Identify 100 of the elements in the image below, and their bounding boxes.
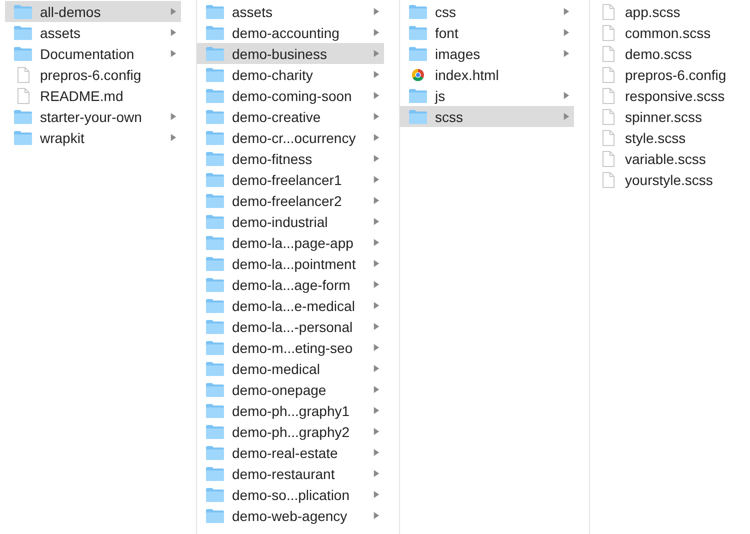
file-row[interactable]: assets: [5, 22, 181, 43]
triangle-icon: [373, 70, 380, 79]
file-name: all-demos: [40, 4, 102, 20]
file-name: scss: [435, 108, 464, 124]
file-row[interactable]: common.scss: [590, 22, 750, 43]
file-row[interactable]: spinner.scss: [590, 106, 750, 127]
file-name: style.scss: [625, 130, 687, 146]
file-name: demo-business: [232, 46, 328, 62]
file-row[interactable]: demo-onepage: [197, 379, 384, 400]
file-row[interactable]: style.scss: [590, 127, 750, 148]
folder-icon: [205, 402, 225, 418]
triangle-icon: [373, 28, 380, 37]
file-row[interactable]: demo-la...page-app: [197, 232, 384, 253]
file-row[interactable]: demo-m...eting-seo: [197, 337, 384, 358]
file-name: demo-coming-soon: [232, 88, 353, 104]
file-row[interactable]: images: [400, 43, 574, 64]
file-row[interactable]: demo.scss: [590, 43, 750, 64]
triangle-icon: [373, 91, 380, 100]
file-row[interactable]: demo-ph...graphy1: [197, 400, 384, 421]
folder-icon: [205, 424, 225, 440]
file-name: demo-so...plication: [232, 486, 351, 502]
folder-icon: [13, 24, 33, 40]
triangle-icon: [170, 7, 177, 16]
file-name: demo-cr...ocurrency: [232, 130, 357, 146]
file-row[interactable]: demo-medical: [197, 358, 384, 379]
folder-icon: [205, 256, 225, 272]
file-row[interactable]: demo-la...-personal: [197, 316, 384, 337]
file-row[interactable]: demo-so...plication: [197, 484, 384, 505]
triangle-icon: [373, 511, 380, 520]
file-name: js: [435, 88, 446, 104]
file-name: app.scss: [625, 4, 682, 20]
file-name: prepros-6.config: [625, 66, 728, 82]
folder-icon: [205, 360, 225, 376]
file-name: demo-accounting: [232, 24, 340, 40]
file-name: images: [435, 46, 482, 62]
folder-icon: [205, 192, 225, 208]
file-name: demo-la...pointment: [232, 256, 357, 272]
triangle-icon: [373, 133, 380, 142]
file-row[interactable]: wrapkit: [5, 127, 181, 148]
file-row[interactable]: demo-restaurant: [197, 463, 384, 484]
file-row[interactable]: demo-charity: [197, 64, 384, 85]
file-row[interactable]: prepros-6.config: [590, 64, 750, 85]
folder-icon: [408, 24, 428, 40]
triangle-icon: [170, 112, 177, 121]
folder-icon: [205, 298, 225, 314]
file-name: Documentation: [40, 46, 136, 62]
triangle-icon: [373, 322, 380, 331]
file-name: responsive.scss: [625, 88, 726, 104]
file-row[interactable]: yourstyle.scss: [590, 169, 750, 190]
file-row[interactable]: variable.scss: [590, 148, 750, 169]
file-name: demo-la...page-app: [232, 234, 354, 250]
folder-icon: [205, 66, 225, 82]
file-row[interactable]: starter-your-own: [5, 106, 181, 127]
file-row[interactable]: demo-ph...graphy2: [197, 421, 384, 442]
file-row[interactable]: demo-la...e-medical: [197, 295, 384, 316]
file-row[interactable]: demo-business: [197, 43, 384, 64]
folder-icon: [205, 150, 225, 166]
file-row[interactable]: scss: [400, 106, 574, 127]
file-name: yourstyle.scss: [625, 172, 714, 188]
file-row[interactable]: demo-web-agency: [197, 505, 384, 526]
file-name: css: [435, 4, 457, 20]
file-row[interactable]: demo-fitness: [197, 148, 384, 169]
file-name: prepros-6.config: [40, 66, 142, 82]
file-row[interactable]: demo-la...pointment: [197, 253, 384, 274]
file-name: variable.scss: [625, 150, 707, 166]
file-row[interactable]: index.html: [400, 64, 574, 85]
triangle-icon: [373, 154, 380, 163]
file-row[interactable]: all-demos: [5, 1, 181, 22]
triangle-icon: [373, 385, 380, 394]
folder-icon: [205, 234, 225, 250]
folder-icon: [205, 46, 225, 62]
file-row[interactable]: demo-freelancer2: [197, 190, 384, 211]
triangle-icon: [373, 259, 380, 268]
file-row[interactable]: demo-industrial: [197, 211, 384, 232]
file-row[interactable]: demo-accounting: [197, 22, 384, 43]
folder-icon: [408, 88, 428, 104]
file-row[interactable]: prepros-6.config: [5, 64, 181, 85]
file-row[interactable]: assets: [197, 1, 384, 22]
file-row[interactable]: demo-cr...ocurrency: [197, 127, 384, 148]
file-row[interactable]: demo-real-estate: [197, 442, 384, 463]
triangle-icon: [373, 343, 380, 352]
file-name: demo-creative: [232, 108, 322, 124]
file-row[interactable]: Documentation: [5, 43, 181, 64]
file-row[interactable]: demo-freelancer1: [197, 169, 384, 190]
file-row[interactable]: demo-creative: [197, 106, 384, 127]
file-name: demo-freelancer2: [232, 192, 343, 208]
file-name: common.scss: [625, 24, 712, 40]
file-row[interactable]: responsive.scss: [590, 85, 750, 106]
file-row[interactable]: demo-coming-soon: [197, 85, 384, 106]
file-row[interactable]: js: [400, 85, 574, 106]
file-row[interactable]: font: [400, 22, 574, 43]
file-row[interactable]: demo-la...age-form: [197, 274, 384, 295]
file-row[interactable]: css: [400, 1, 574, 22]
file-name: demo.scss: [625, 46, 693, 62]
file-name: wrapkit: [40, 130, 86, 146]
triangle-icon: [170, 133, 177, 142]
triangle-icon: [373, 301, 380, 310]
file-row[interactable]: README.md: [5, 85, 181, 106]
file-row[interactable]: app.scss: [590, 1, 750, 22]
folder-icon: [13, 46, 33, 62]
